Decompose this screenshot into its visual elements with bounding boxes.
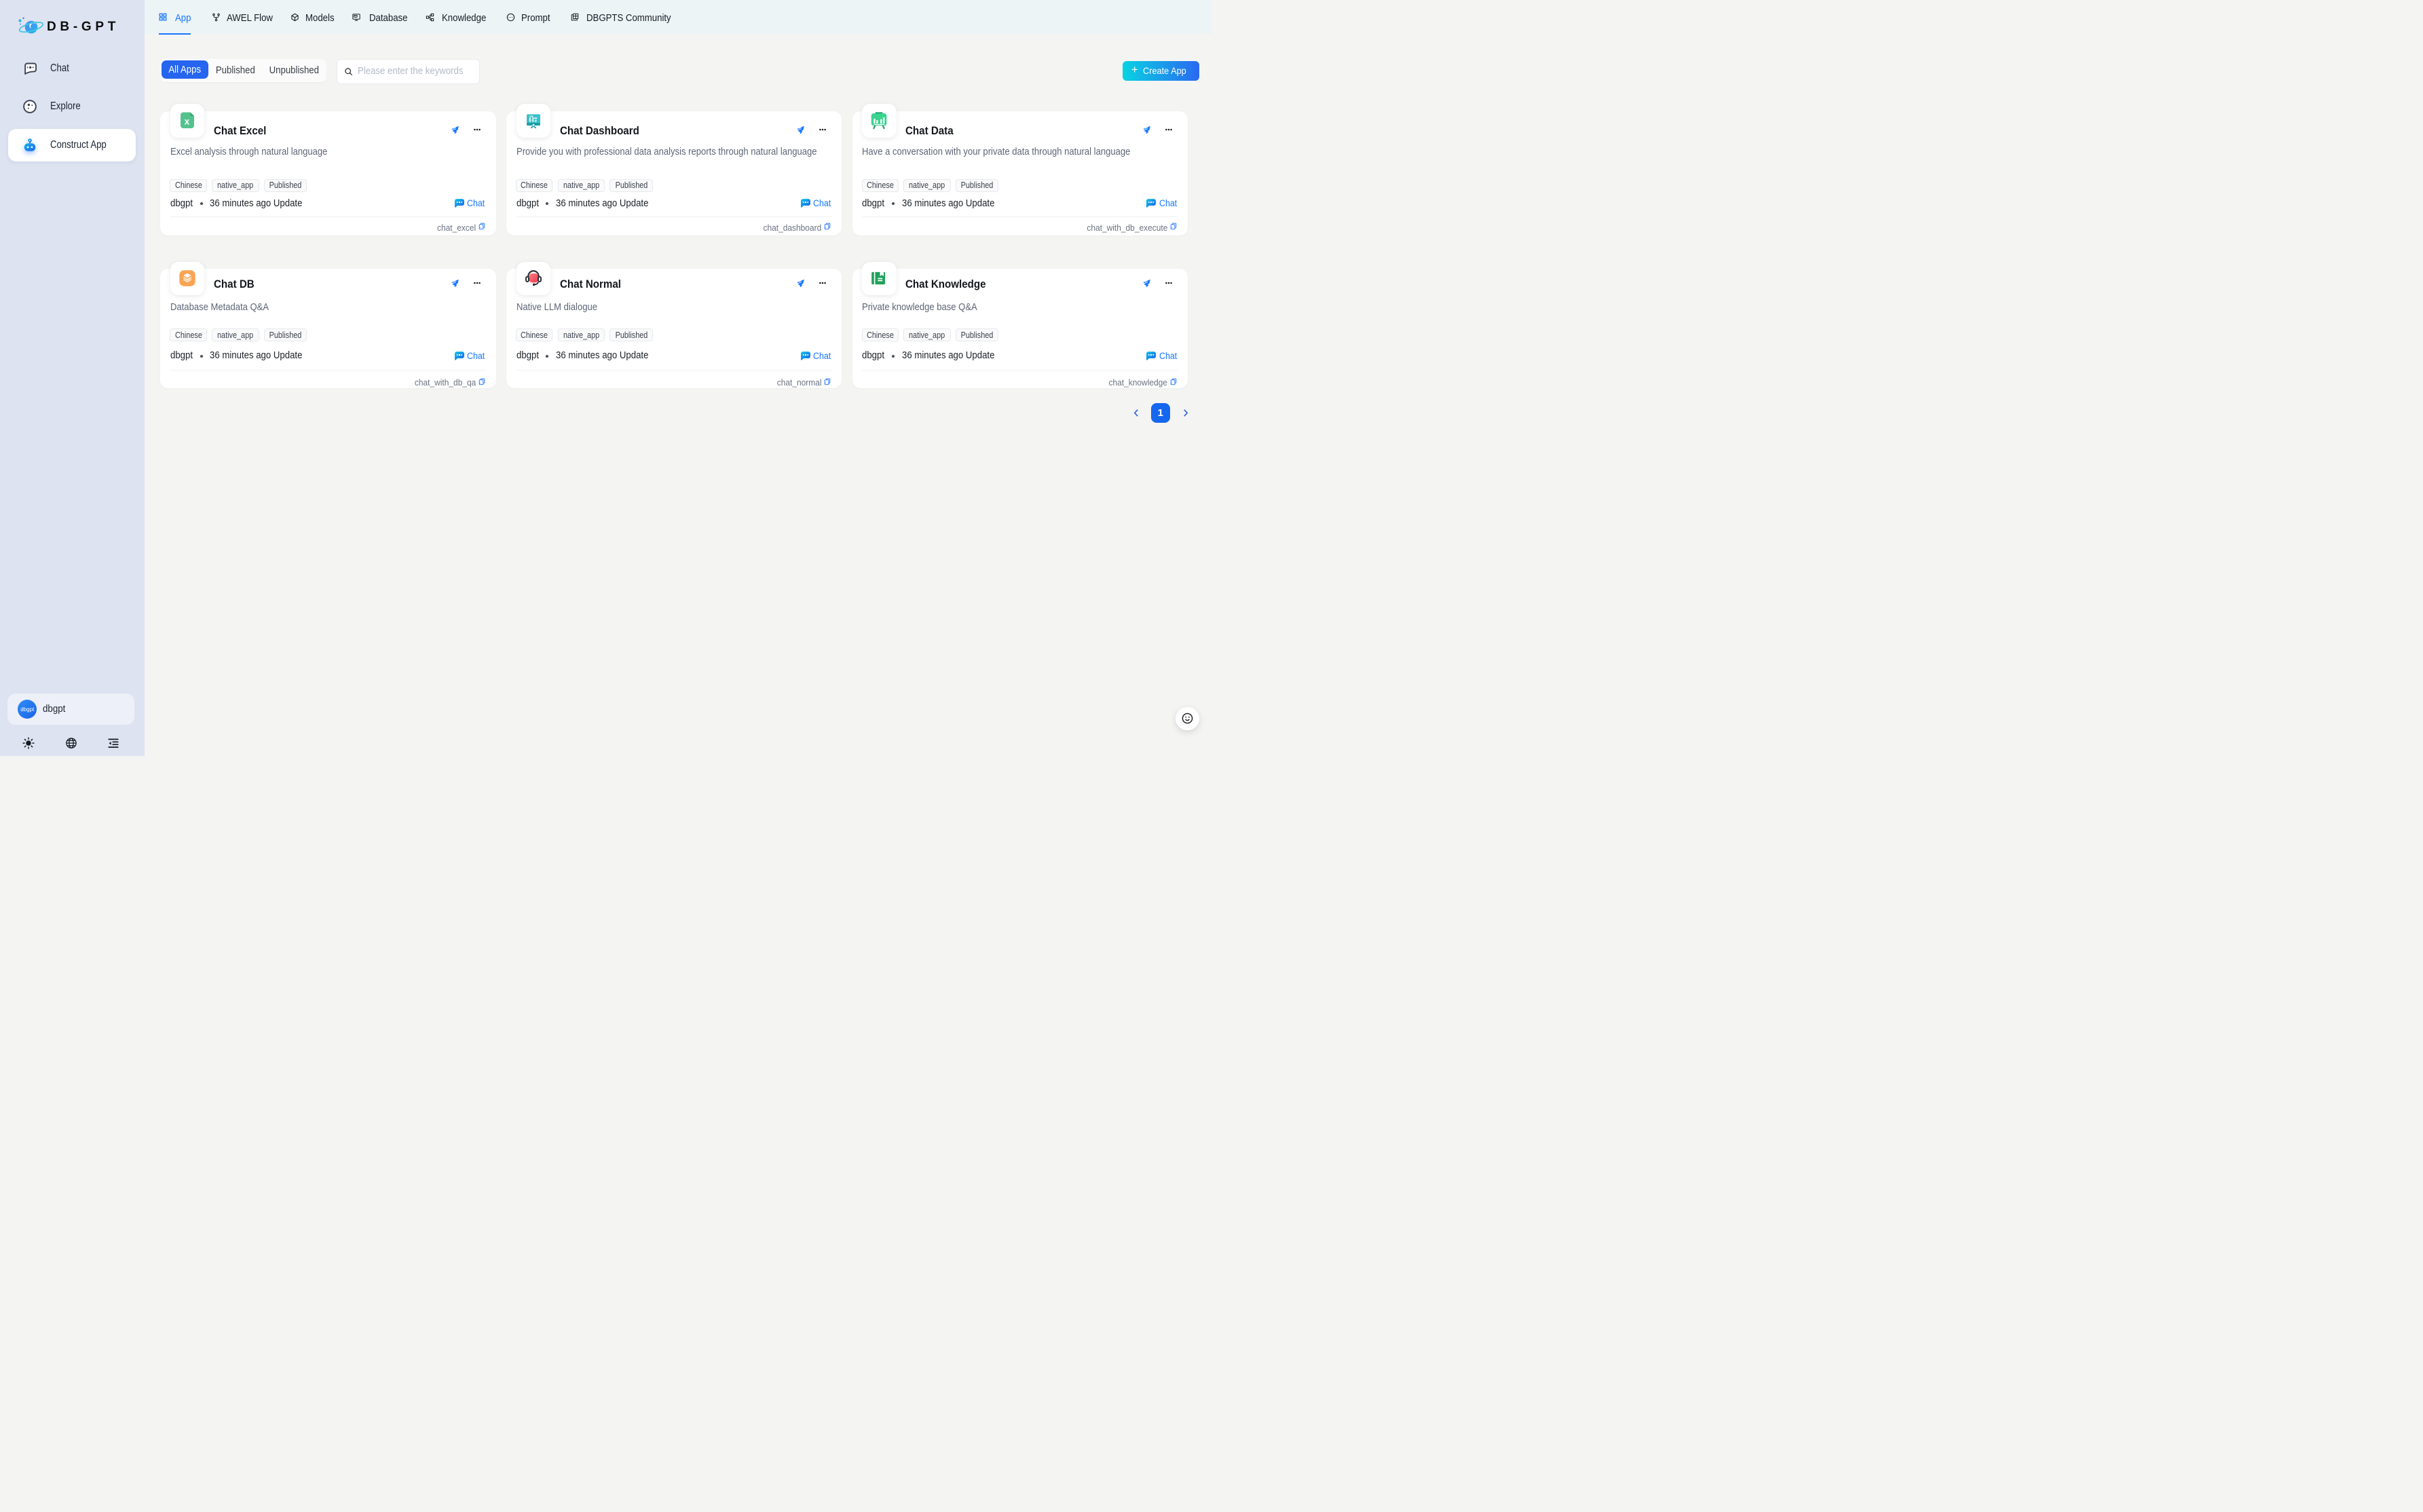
svg-text:x: x — [185, 117, 190, 127]
svg-text:SQL: SQL — [354, 16, 358, 18]
